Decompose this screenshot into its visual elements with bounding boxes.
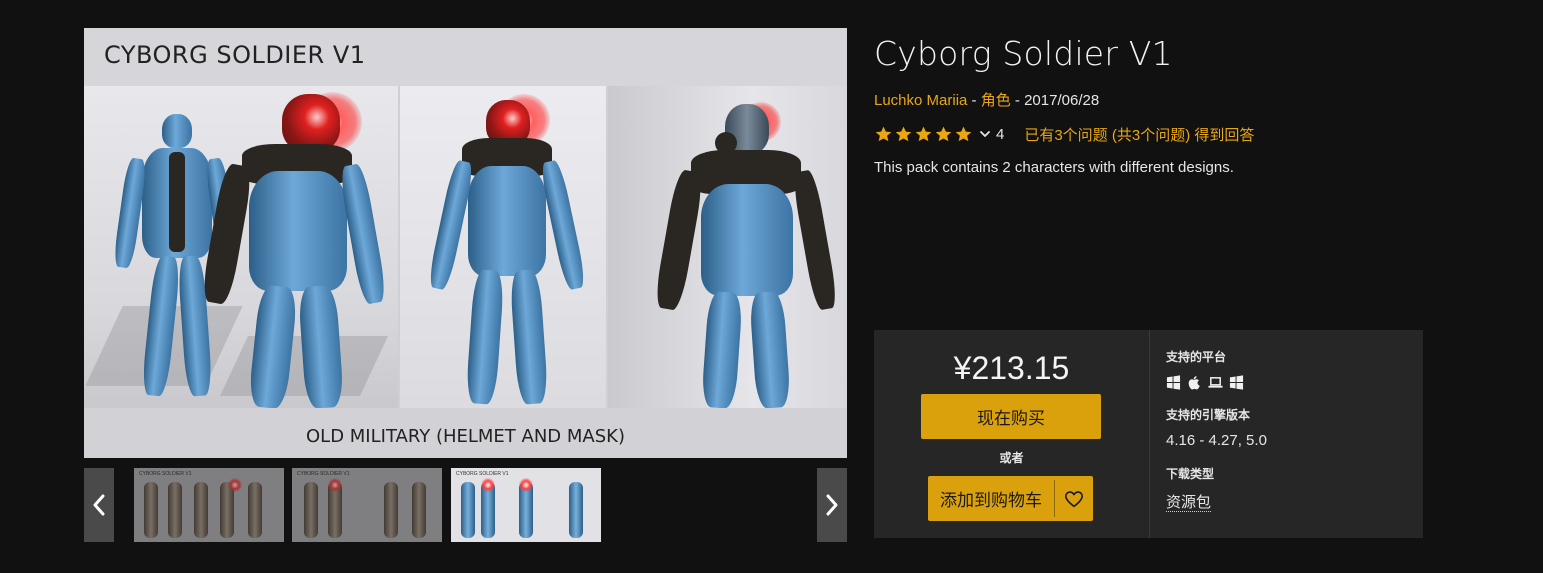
- gallery-prev-button[interactable]: [84, 468, 114, 542]
- rating-row: 4 已有3个问题 (共3个问题) 得到回答: [874, 122, 1254, 146]
- thumbnail-title: CYBORG SOLDIER V1: [456, 471, 509, 477]
- hero-panel-middle: [400, 86, 606, 408]
- meta-separator: -: [967, 92, 981, 109]
- hero-panel-right: [608, 86, 847, 408]
- cart-button-group: 添加到购物车: [928, 476, 1093, 521]
- author-link[interactable]: Luchko Mariia: [874, 92, 967, 109]
- thumbnail-2[interactable]: CYBORG SOLDIER V1: [292, 468, 442, 542]
- hero-panel-left: [84, 86, 398, 408]
- or-separator: 或者: [999, 451, 1024, 465]
- release-date: 2017/06/28: [1024, 92, 1100, 109]
- engine-versions-label: 支持的引擎版本: [1166, 408, 1251, 422]
- heart-icon: [1065, 490, 1083, 507]
- price: ¥213.15: [953, 350, 1070, 386]
- download-type-value: 资源包: [1166, 491, 1212, 512]
- apple-icon: [1188, 376, 1200, 390]
- chevron-left-icon: [93, 494, 105, 516]
- star-icon: [895, 126, 912, 141]
- hero-image[interactable]: CYBORG SOLDIER V1 OLD MILITARY (HELMET A…: [84, 28, 847, 458]
- chevron-down-icon[interactable]: [979, 128, 991, 140]
- laptop-icon: [1208, 377, 1223, 388]
- category-link[interactable]: 角色: [981, 92, 1011, 109]
- thumbnail-3-selected[interactable]: CYBORG SOLDIER V1: [451, 468, 601, 542]
- media-gallery: CYBORG SOLDIER V1 OLD MILITARY (HELMET A…: [84, 28, 847, 542]
- wishlist-button[interactable]: [1055, 476, 1093, 521]
- platform-icons: [1166, 375, 1244, 390]
- product-meta: Luchko Mariia - 角色 - 2017/06/28: [874, 89, 1099, 110]
- star-icon: [875, 126, 892, 141]
- product-title: Cyborg Soldier V1: [874, 34, 1173, 73]
- questions-link[interactable]: 已有3个问题 (共3个问题) 得到回答: [1024, 124, 1254, 145]
- windows-icon: [1166, 375, 1181, 390]
- star-rating[interactable]: [874, 125, 973, 144]
- cyborg-figure: [653, 96, 839, 408]
- panel-divider: [1149, 330, 1150, 538]
- windows-icon: [1229, 375, 1244, 390]
- hero-title: CYBORG SOLDIER V1: [104, 41, 366, 69]
- star-icon: [915, 126, 932, 141]
- download-type-link[interactable]: 资源包: [1166, 494, 1212, 512]
- hero-caption: OLD MILITARY (HELMET AND MASK): [306, 426, 625, 447]
- gallery-next-button[interactable]: [817, 468, 847, 542]
- star-icon: [935, 126, 952, 141]
- cyborg-figure: [200, 86, 388, 408]
- download-type-label: 下载类型: [1166, 467, 1215, 481]
- rating-count: 4: [996, 125, 1005, 143]
- chevron-right-icon: [826, 494, 838, 516]
- product-description: This pack contains 2 characters with dif…: [874, 159, 1234, 176]
- cyborg-figure: [426, 90, 588, 408]
- purchase-panel: ¥213.15 现在购买 或者 添加到购物车 支持的平台 支持的引擎版本 4.1…: [874, 330, 1423, 538]
- engine-versions-value: 4.16 - 4.27, 5.0: [1166, 432, 1267, 449]
- meta-separator: -: [1010, 92, 1025, 109]
- buy-now-button[interactable]: 现在购买: [921, 394, 1101, 439]
- platforms-label: 支持的平台: [1166, 350, 1227, 364]
- thumbnail-strip: CYBORG SOLDIER V1 CYBORG SOLDIER V1 CYBO…: [84, 468, 847, 542]
- star-icon: [955, 126, 972, 141]
- add-to-cart-button[interactable]: 添加到购物车: [928, 476, 1054, 521]
- thumbnail-1[interactable]: CYBORG SOLDIER V1: [134, 468, 284, 542]
